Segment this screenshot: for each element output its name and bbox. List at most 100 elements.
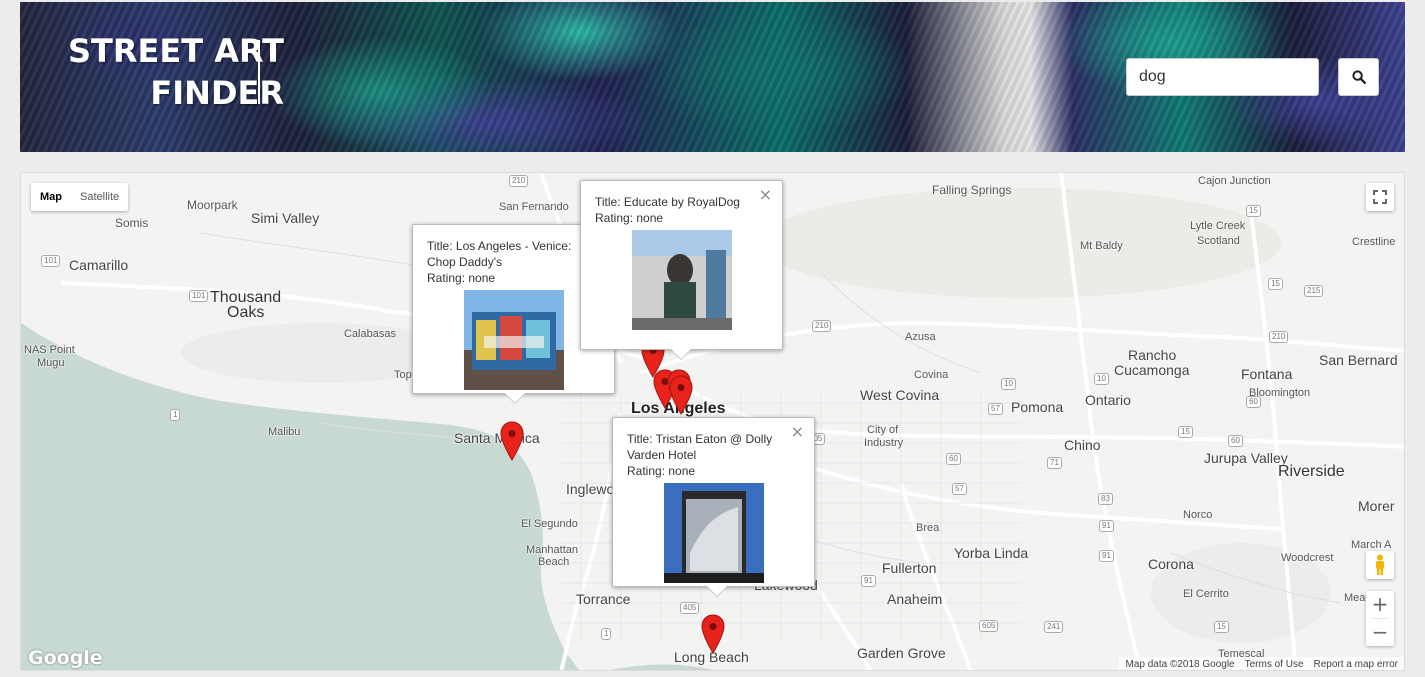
place-label: Cajon Junction <box>1198 175 1271 187</box>
route-shield: 1 <box>601 628 612 640</box>
place-label: Camarillo <box>69 257 129 273</box>
route-shield: 210 <box>509 175 529 187</box>
map-marker[interactable] <box>500 421 524 461</box>
place-label: Oaks <box>227 304 265 321</box>
fullscreen-button[interactable] <box>1366 183 1394 211</box>
map-type-map-button[interactable]: Map <box>31 183 71 211</box>
info-window-close-button[interactable]: × <box>791 424 804 440</box>
place-label: Riverside <box>1278 463 1345 480</box>
place-label: Somis <box>115 216 149 230</box>
place-label: Scotland <box>1197 235 1240 247</box>
place-label: Ontario <box>1085 392 1131 408</box>
place-label: Morer <box>1358 498 1395 514</box>
route-shield: 10 <box>1094 373 1109 385</box>
zoom-out-button[interactable]: − <box>1366 619 1394 646</box>
search-icon <box>1351 70 1366 84</box>
place-label: West Covina <box>860 387 940 403</box>
fullscreen-icon <box>1373 190 1387 204</box>
place-label: Garden Grove <box>857 645 946 661</box>
report-map-error-link[interactable]: Report a map error <box>1314 659 1398 670</box>
place-label: Falling Springs <box>932 183 1012 197</box>
terms-of-use-link[interactable]: Terms of Use <box>1245 659 1304 670</box>
route-shield: 1 <box>170 409 181 421</box>
map-data-text: Map data ©2018 Google <box>1125 659 1235 670</box>
street-art-photo[interactable] <box>663 483 764 583</box>
route-shield: 71 <box>1047 457 1062 469</box>
logo-line-2: FINDER <box>150 74 284 112</box>
place-label: Manhattan <box>526 544 578 556</box>
street-art-photo[interactable] <box>463 290 564 390</box>
place-label: Fontana <box>1241 366 1293 382</box>
route-shield: 10 <box>1001 378 1016 390</box>
place-label: Torrance <box>576 591 631 607</box>
place-label: Yorba Linda <box>954 545 1029 561</box>
route-shield: 60 <box>1228 435 1243 447</box>
route-shield: 101 <box>41 255 61 267</box>
zoom-control: + − <box>1366 591 1394 646</box>
route-shield: 210 <box>1269 331 1289 343</box>
pegman-icon <box>1376 554 1384 575</box>
route-shield: 91 <box>1099 520 1114 532</box>
place-label: Mt Baldy <box>1080 240 1123 252</box>
route-shield: 91 <box>1099 550 1114 562</box>
place-label: NAS Point <box>24 344 75 356</box>
place-label: Woodcrest <box>1281 552 1334 564</box>
map-marker[interactable] <box>701 614 725 654</box>
map-type-satellite-button[interactable]: Satellite <box>71 183 128 211</box>
search-button[interactable] <box>1338 58 1379 96</box>
place-label: Mugu <box>37 357 65 369</box>
street-view-button[interactable] <box>1366 551 1394 579</box>
route-shield: 101 <box>189 290 209 302</box>
route-shield: 60 <box>1246 396 1261 408</box>
route-shield: 15 <box>1246 205 1261 217</box>
place-label: March A <box>1351 539 1392 551</box>
info-window: × Title: Tristan Eaton @ Dolly Varden Ho… <box>612 417 815 587</box>
route-shield: 241 <box>1044 621 1064 633</box>
place-label: San Fernando <box>499 201 569 213</box>
info-window-title: Title: Educate by RoyalDog <box>595 195 740 209</box>
logo-divider <box>258 40 260 104</box>
street-art-photo[interactable] <box>631 230 732 330</box>
place-label: Industry <box>864 437 904 449</box>
info-window-title: Title: Tristan Eaton @ Dolly Varden Hote… <box>627 432 773 462</box>
place-label: Covina <box>914 369 949 381</box>
info-window-close-button[interactable]: × <box>759 187 772 203</box>
map-marker[interactable] <box>669 375 693 415</box>
place-label: Fullerton <box>882 560 937 576</box>
place-label: Top <box>394 369 412 381</box>
place-label: Santa Monica <box>454 430 540 446</box>
search-input[interactable] <box>1126 58 1319 96</box>
place-label: Calabasas <box>344 328 396 340</box>
route-shield: 60 <box>946 453 961 465</box>
place-label: Simi Valley <box>251 210 320 226</box>
route-shield: 91 <box>861 575 876 587</box>
zoom-in-button[interactable]: + <box>1366 591 1394 618</box>
map-attribution: Map data ©2018 Google Terms of Use Repor… <box>1119 657 1404 670</box>
place-label: Norco <box>1183 509 1213 521</box>
map-view[interactable]: Somis Moorpark Simi Valley San Fernando … <box>20 172 1405 671</box>
place-label: Cucamonga <box>1114 362 1190 378</box>
map-type-control: Map Satellite <box>31 183 129 211</box>
site-logo[interactable]: STREET ART FINDER <box>68 30 284 114</box>
place-label: Malibu <box>268 426 301 438</box>
route-shield: 215 <box>1304 285 1324 297</box>
place-label: El Cerrito <box>1183 588 1229 600</box>
place-label: Lytle Creek <box>1190 220 1246 232</box>
place-label: San Bernard <box>1319 352 1398 368</box>
route-shield: 83 <box>1098 493 1113 505</box>
route-shield: 57 <box>988 403 1003 415</box>
route-shield: 15 <box>1214 621 1229 633</box>
place-label: Moorpark <box>187 198 238 212</box>
info-window-title: Title: Los Angeles - Venice: Chop Daddy'… <box>427 239 572 269</box>
place-label: Rancho <box>1128 347 1177 363</box>
route-shield: 210 <box>812 320 832 332</box>
route-shield: 605 <box>979 620 999 632</box>
place-label: Corona <box>1148 556 1194 572</box>
route-shield: 15 <box>1178 426 1193 438</box>
place-label: Beach <box>538 556 570 568</box>
header-banner: STREET ART FINDER <box>20 2 1405 152</box>
google-logo[interactable]: Google <box>28 647 103 669</box>
info-window-rating: Rating: none <box>595 211 664 225</box>
place-label: Jurupa Valley <box>1204 450 1288 466</box>
place-label: Chino <box>1064 437 1101 453</box>
